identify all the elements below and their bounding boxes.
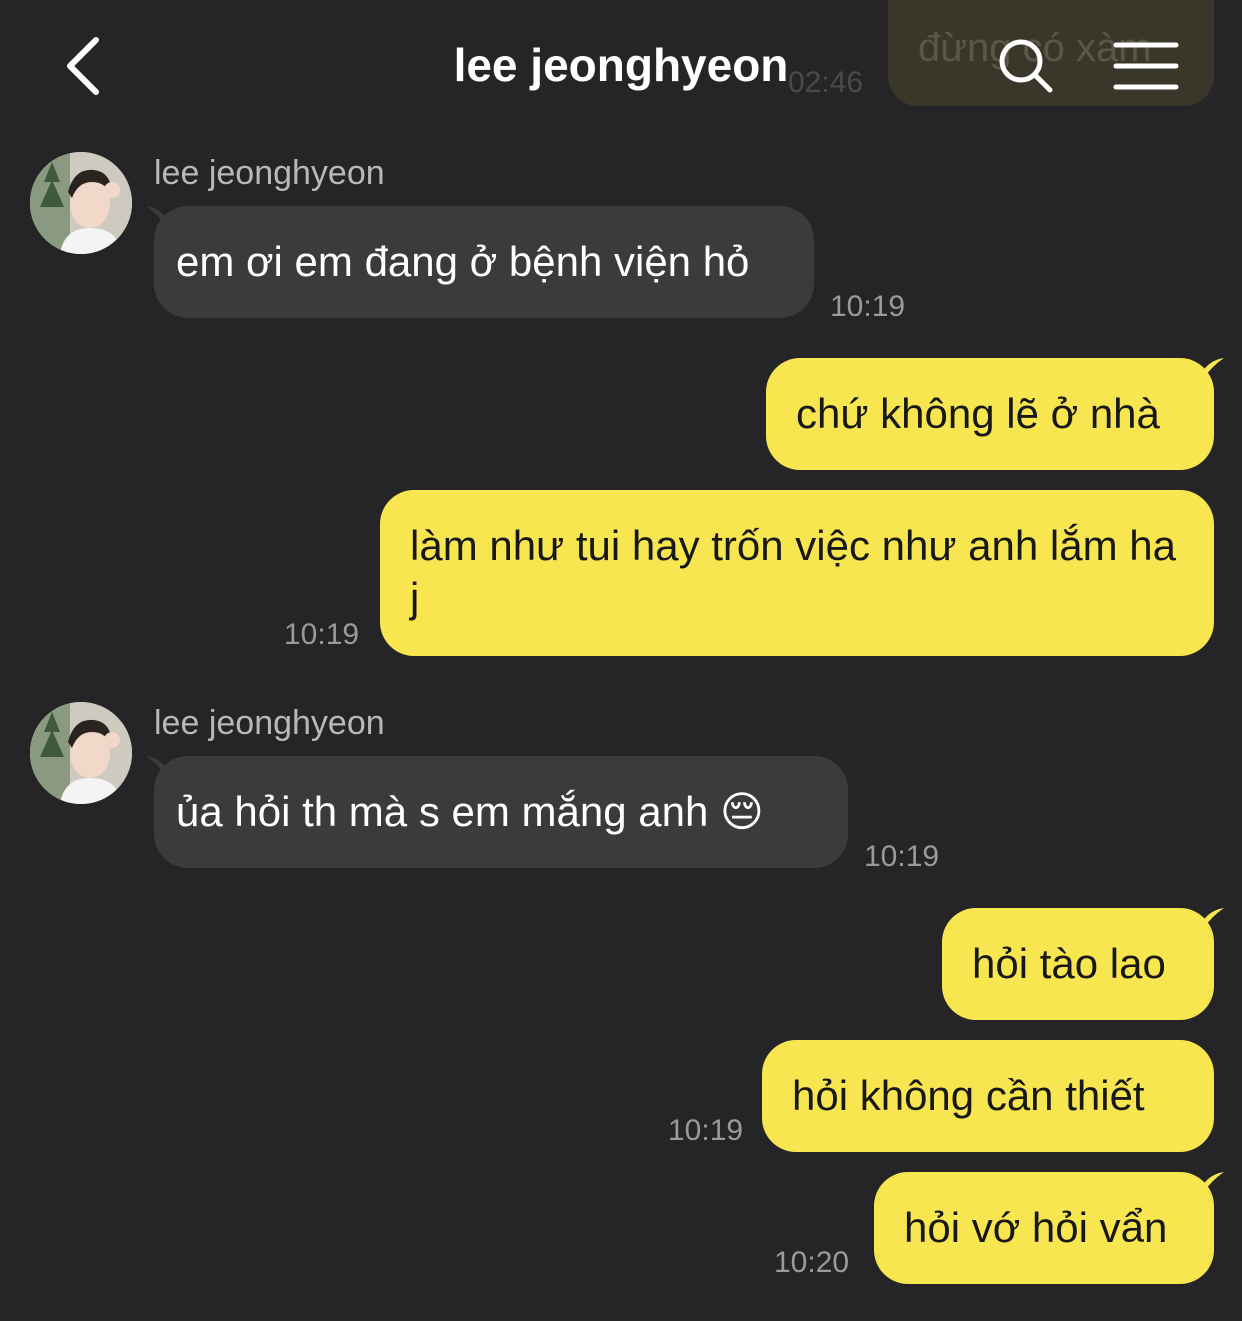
message-bubble-outgoing[interactable]: hỏi vớ hỏi vẩn: [874, 1172, 1214, 1284]
message-bubble-incoming[interactable]: em ơi em đang ở bệnh viện hỏ: [154, 206, 814, 318]
message-time: 10:19: [284, 618, 360, 651]
message-bubble-outgoing[interactable]: làm như tui hay trốn việc như anh lắm ha…: [380, 490, 1214, 656]
search-icon: [999, 39, 1053, 93]
message-time: 10:20: [774, 1246, 850, 1279]
bubble-tail: [1202, 1172, 1224, 1194]
message-bubble-outgoing[interactable]: hỏi không cần thiết: [762, 1040, 1214, 1152]
avatar[interactable]: [30, 152, 132, 254]
avatar[interactable]: [30, 702, 132, 804]
chat-header: đừng có xàm 02:46 lee jeonghyeon: [0, 0, 1242, 135]
profile-photo: [30, 152, 132, 254]
message-time: 10:19: [864, 840, 940, 873]
message-bubble-outgoing[interactable]: chứ không lẽ ở nhà: [766, 358, 1214, 470]
sender-name: lee jeonghyeon: [154, 154, 385, 192]
search-button[interactable]: [996, 36, 1056, 96]
bubble-tail: [1202, 908, 1224, 930]
menu-button[interactable]: [1112, 40, 1180, 92]
message-time: 10:19: [830, 290, 906, 323]
message-bubble-outgoing[interactable]: hỏi tào lao: [942, 908, 1214, 1020]
bubble-tail: [1202, 358, 1224, 380]
profile-photo: [30, 702, 132, 804]
message-bubble-incoming[interactable]: ủa hỏi th mà s em mắng anh 😔: [154, 756, 848, 868]
message-time: 10:19: [668, 1114, 744, 1147]
hamburger-menu-icon: [1113, 42, 1179, 90]
sender-name: lee jeonghyeon: [154, 704, 385, 742]
